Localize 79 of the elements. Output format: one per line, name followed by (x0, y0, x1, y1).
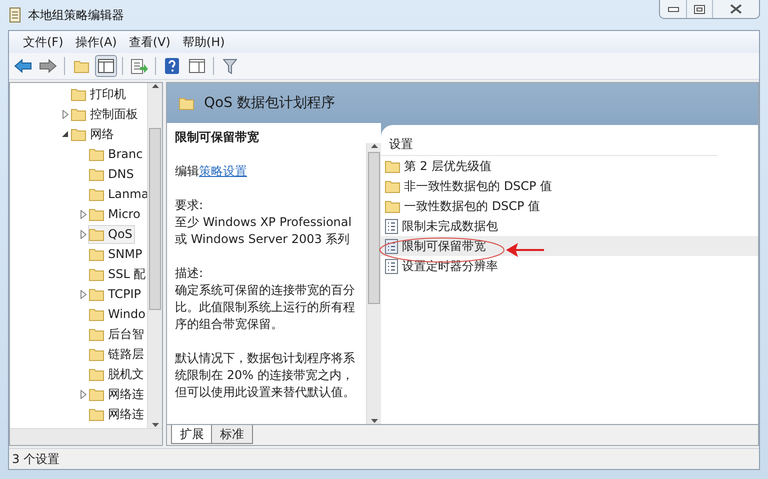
policy-title: 限制可保留带宽 (175, 129, 260, 146)
view-tab[interactable]: 扩展 (171, 425, 213, 444)
app-icon (8, 7, 22, 23)
tree-item[interactable]: TCPIP (88, 284, 144, 304)
folder-icon (89, 368, 104, 380)
window-title: 本地组策略编辑器 (28, 6, 124, 24)
policy-document-icon (385, 218, 398, 234)
menu-item[interactable]: 文件(F) (19, 34, 68, 50)
tree-item[interactable]: 网络连 (88, 384, 147, 404)
folder-icon (179, 96, 194, 110)
folder-icon (385, 200, 400, 212)
folder-icon (385, 180, 400, 192)
policy-document-icon (385, 258, 398, 274)
tree-item[interactable]: 链路层 (88, 344, 147, 364)
view-tab[interactable]: 标准 (211, 425, 253, 444)
header-title: QoS 数据包计划程序 (204, 94, 335, 112)
folder-icon (89, 288, 104, 300)
folder-icon (89, 308, 104, 320)
tree-item[interactable]: 后台智 (88, 324, 147, 344)
tree-item[interactable]: 网络连 (88, 404, 147, 424)
up-folder-icon (74, 60, 88, 72)
expand-arrow-icon[interactable] (78, 229, 88, 239)
tree-item[interactable]: 脱机文 (88, 364, 147, 384)
folder-icon (71, 88, 86, 100)
tree-item[interactable]: Micro (88, 204, 144, 224)
folder-icon (89, 248, 104, 260)
folder-icon (89, 188, 104, 200)
menu-item[interactable]: 帮助(H) (178, 34, 229, 50)
requirements-text: 至少 Windows XP Professional 或 Windows Server 2003 系列 (175, 214, 353, 248)
folder-icon (89, 168, 104, 180)
menu-item[interactable]: 查看(V) (124, 34, 174, 50)
tree-item[interactable]: DNS (88, 164, 137, 184)
maximize-icon (694, 4, 705, 14)
expand-arrow-icon[interactable] (78, 389, 88, 399)
scroll-up-icon[interactable] (152, 83, 158, 88)
folder-icon (89, 208, 104, 220)
description-paragraph: 默认情况下，数据包计划程序将系统限制在 20% 的连接带宽之内，但可以使用此设置来替代默认值。 (175, 350, 356, 401)
show-tree-button[interactable] (95, 55, 117, 77)
folder-icon (89, 328, 104, 340)
minimize-icon (668, 6, 678, 12)
column-header[interactable]: 设置 (381, 133, 718, 156)
folder-icon (89, 388, 104, 400)
description-paragraph: 确定系统可保留的连接带宽的百分比。此值限制系统上运行的所有程序的组合带宽保留。 (175, 282, 356, 333)
setting-row[interactable]: 限制未完成数据包 (381, 216, 758, 236)
policy-settings-link[interactable]: 策略设置 (199, 164, 247, 178)
folder-icon (89, 228, 104, 240)
collapse-arrow-icon[interactable] (60, 129, 70, 139)
folder-icon (89, 348, 104, 360)
setting-row[interactable]: 一致性数据包的 DSCP 值 (381, 196, 758, 216)
expand-arrow-icon[interactable] (78, 209, 88, 219)
vertical-scrollbar[interactable] (366, 143, 381, 424)
setting-row[interactable]: 非一致性数据包的 DSCP 值 (381, 176, 758, 196)
vertical-scrollbar[interactable] (147, 83, 162, 428)
scroll-up-icon[interactable] (370, 143, 378, 148)
description-label: 描述: (175, 265, 204, 282)
tree-item[interactable]: SNMP (88, 244, 146, 264)
annotation-arrow (506, 242, 546, 258)
requirements-label: 要求: (175, 197, 204, 214)
edit-label: 编辑 (175, 164, 199, 178)
expand-arrow-icon[interactable] (60, 109, 70, 119)
tree-item[interactable]: QoS (88, 224, 136, 244)
folder-icon (89, 408, 104, 420)
expand-arrow-icon[interactable] (78, 289, 88, 299)
tree-item[interactable]: SSL 配 (88, 264, 147, 284)
tree-item[interactable]: Windo (88, 304, 147, 324)
setting-row[interactable]: 第 2 层优先级值 (381, 156, 758, 176)
folder-icon (71, 128, 86, 140)
folder-icon (385, 160, 400, 172)
close-icon (730, 4, 742, 14)
policy-document-icon (385, 238, 398, 254)
tree-item[interactable]: 打印机 (70, 84, 129, 104)
folder-icon (89, 268, 104, 280)
menu-item[interactable]: 操作(A) (71, 34, 121, 50)
folder-icon (89, 148, 104, 160)
tree-item[interactable]: Branc (88, 144, 146, 164)
tree-item[interactable]: 控制面板 (70, 104, 141, 124)
folder-icon (71, 108, 86, 120)
horizontal-scrollbar[interactable] (10, 428, 162, 445)
tree-item[interactable]: 网络 (70, 124, 117, 144)
